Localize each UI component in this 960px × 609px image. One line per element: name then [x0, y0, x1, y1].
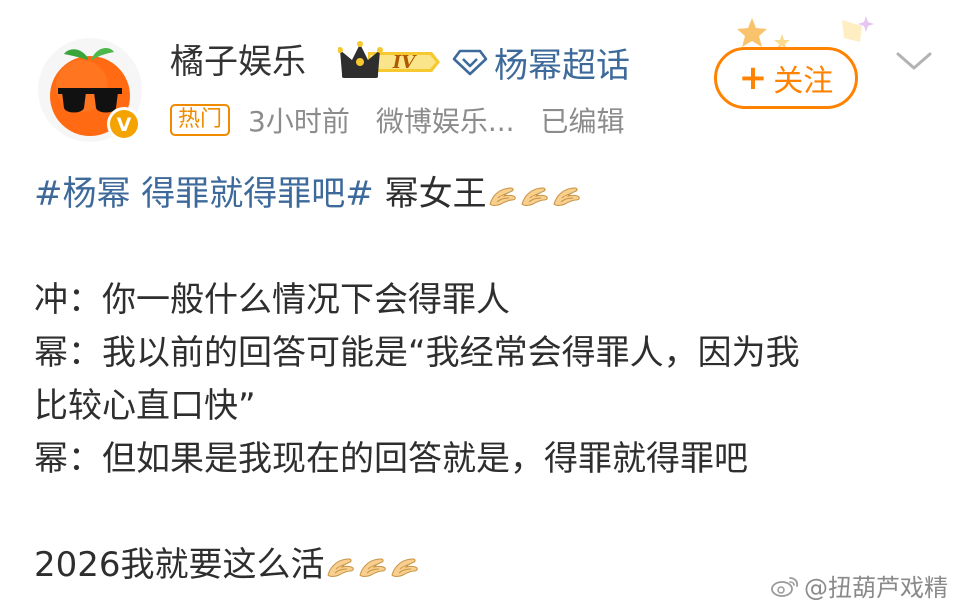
watermark: @扭葫芦戏精	[770, 568, 948, 603]
follow-button[interactable]: + 关注	[714, 47, 858, 109]
post-source[interactable]: 微博娱乐...	[376, 100, 515, 140]
post-line-1: #杨幂 得罪就得罪吧# 幂女王	[34, 168, 934, 221]
edited-label[interactable]: 已编辑	[541, 100, 625, 140]
chevron-down-icon[interactable]	[894, 46, 934, 76]
watermark-text: @扭葫芦戏精	[804, 574, 948, 602]
post-line-5: 幂：但如果是我现在的回答就是，得罪就得罪吧	[34, 439, 748, 479]
clap-hands-emoji-icon	[325, 555, 355, 579]
post-line-4: 比较心直口快”	[34, 386, 256, 426]
avatar[interactable]: V	[36, 36, 144, 144]
post-line-6-text: 2026我就要这么活	[34, 545, 325, 585]
weibo-logo-icon	[771, 576, 799, 597]
vip-crown-icon[interactable]: IV	[338, 38, 444, 84]
post-content: #杨幂 得罪就得罪吧# 幂女王 冲：你一般什么情况下会得罪人 幂：我以前的回答可…	[34, 168, 934, 592]
clap-hands-emoji-icon	[357, 555, 387, 579]
follow-label: 关注	[773, 64, 834, 99]
post-line-3: 幂：我以前的回答可能是“我经常会得罪人，因为我	[34, 333, 800, 373]
super-topic-label: 杨幂超话	[494, 45, 630, 86]
vip-level: IV	[392, 52, 417, 73]
clap-hands-emoji-icon	[389, 555, 419, 579]
clap-hands-emoji-icon	[519, 184, 549, 208]
clap-hands-emoji-icon	[551, 184, 581, 208]
super-topic-link[interactable]: 杨幂超话	[452, 38, 630, 86]
gem-icon	[452, 49, 488, 76]
verified-mark: V	[117, 114, 132, 136]
post-line-2: 冲：你一般什么情况下会得罪人	[34, 280, 510, 320]
hashtag-link[interactable]: #杨幂 得罪就得罪吧#	[34, 174, 374, 214]
post-line-1-text: 幂女王	[373, 174, 487, 214]
post-meta: 热门 3小时前 微博娱乐... 已编辑	[170, 100, 651, 140]
hot-badge: 热门	[170, 104, 231, 136]
clap-hands-emoji-icon	[487, 184, 517, 208]
username[interactable]: 橘子娱乐	[170, 38, 306, 86]
post-time: 3小时前	[248, 105, 350, 138]
plus-icon: +	[738, 58, 768, 98]
